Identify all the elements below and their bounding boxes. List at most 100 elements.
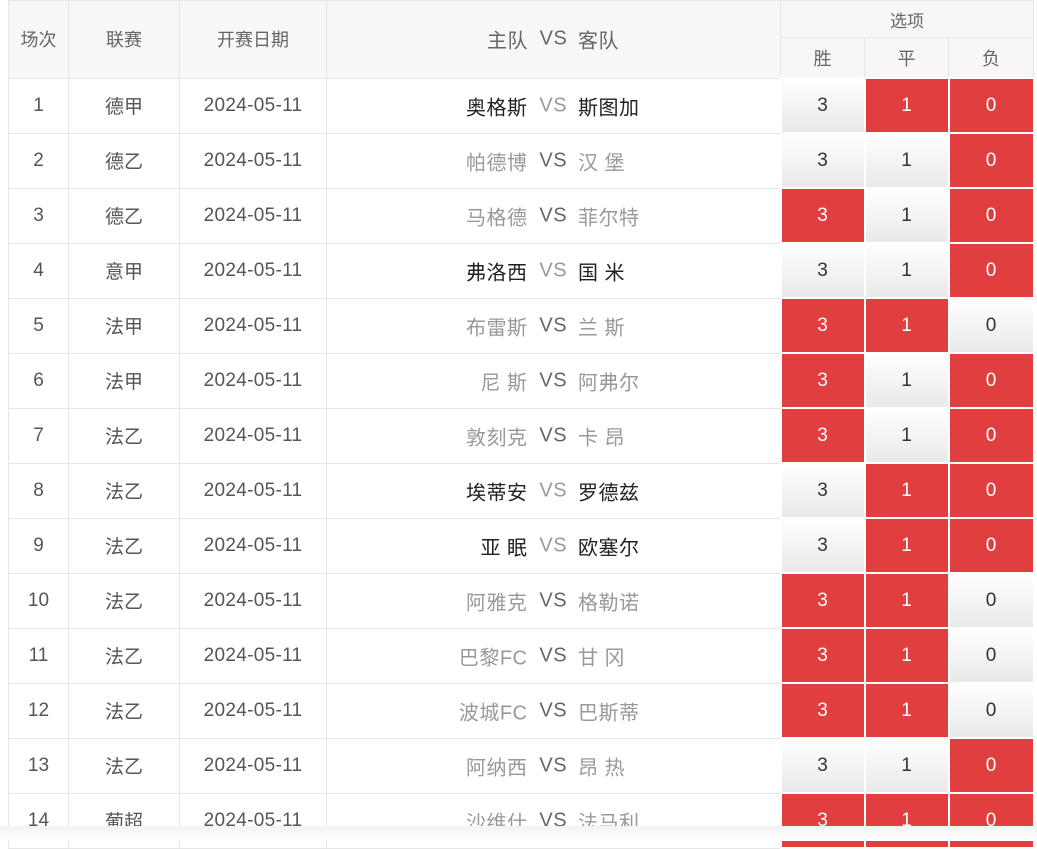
option-win-button[interactable]: 3: [779, 297, 866, 354]
away-team: 巴斯蒂: [578, 702, 640, 724]
round-number: 9: [8, 517, 69, 574]
option-draw-button[interactable]: 1: [863, 737, 950, 794]
away-team: 兰 斯: [578, 317, 626, 339]
option-lose-button[interactable]: 0: [947, 242, 1035, 299]
header-win: 胜: [780, 37, 865, 79]
option-win-button[interactable]: 3: [779, 352, 866, 409]
table-row: 4 意甲 2024-05-11 弗洛西 VS 国 米 310: [8, 242, 1035, 299]
option-lose-button[interactable]: 0: [947, 517, 1035, 574]
vs-label: VS: [539, 314, 568, 336]
match-date: 2024-05-11: [179, 462, 327, 519]
option-lose-button[interactable]: 0: [947, 77, 1035, 134]
vs-label: VS: [539, 149, 568, 171]
round-number: 4: [8, 242, 69, 299]
vs-label: VS: [539, 259, 568, 281]
match-date: 2024-05-11: [179, 517, 327, 574]
option-win-button[interactable]: 3: [779, 572, 866, 629]
round-number: 8: [8, 462, 69, 519]
match-date: 2024-05-11: [179, 132, 327, 189]
table-row: 1 德甲 2024-05-11 奥格斯 VS 斯图加 3 1 0: [8, 77, 1035, 134]
option-draw-button[interactable]: 1: [863, 682, 950, 739]
table-row: 2 德乙 2024-05-11 帕德博 VS 汉 堡 310: [8, 132, 1035, 189]
header-lose: 负: [947, 37, 1035, 79]
match-teams: 巴黎FC VS 甘 冈: [326, 627, 781, 684]
home-team: 阿雅克: [466, 592, 528, 614]
option-draw-button[interactable]: 1: [863, 77, 950, 134]
match-teams: 阿雅克 VS 格勒诺: [326, 572, 781, 629]
vs-label: VS: [539, 534, 568, 556]
match-date: 2024-05-11: [179, 187, 327, 244]
away-team: 昂 热: [578, 757, 626, 779]
option-win-button[interactable]: 3: [779, 77, 866, 134]
vs-label: VS: [539, 589, 568, 611]
option-lose-button[interactable]: 0: [947, 682, 1035, 739]
match-teams: 布雷斯 VS 兰 斯: [326, 297, 781, 354]
table-row: 7 法乙 2024-05-11 敦刻克 VS 卡 昂 310: [8, 407, 1035, 464]
option-win-button[interactable]: 3: [779, 187, 866, 244]
league-name: 德乙: [68, 187, 180, 244]
option-lose-button[interactable]: 0: [947, 572, 1035, 629]
table-row: 6 法甲 2024-05-11 尼 斯 VS 阿弗尔 3 1 0: [8, 352, 1035, 409]
home-team: 马格德: [466, 207, 528, 229]
option-draw-button[interactable]: 1: [863, 132, 950, 189]
league-name: 法乙: [68, 627, 180, 684]
table-row: 13 法乙 2024-05-11 阿纳西 VS 昂 热 310: [8, 737, 1035, 794]
match-teams: 敦刻克 VS 卡 昂: [326, 407, 781, 464]
option-lose-button[interactable]: 0: [947, 462, 1035, 519]
match-date: 2024-05-11: [179, 407, 327, 464]
table-body: 1 德甲 2024-05-11 奥格斯 VS 斯图加 3 1 0 2 德乙 2024-05-11 帕德博…: [8, 77, 1035, 849]
option-win-button[interactable]: 3: [779, 132, 866, 189]
match-teams: 阿纳西 VS 昂 热: [326, 737, 781, 794]
option-lose-button[interactable]: 0: [947, 737, 1035, 794]
option-draw-button[interactable]: 1: [863, 627, 950, 684]
table-row: 10 法乙 2024-05-11 阿雅克 VS 格勒诺 3 1 0: [8, 572, 1035, 629]
round-number: 5: [8, 297, 69, 354]
round-number: 1: [8, 77, 69, 134]
option-draw-button[interactable]: 1: [863, 462, 950, 519]
home-team: 埃蒂安: [466, 482, 528, 504]
league-name: 法甲: [68, 297, 180, 354]
round-number: 13: [8, 737, 69, 794]
option-draw-button[interactable]: 1: [863, 352, 950, 409]
match-table-container: 场次 联赛 开赛日期 主队 VS 客队 选项 胜 平 负 1 德甲 2024-05-…: [8, 0, 1035, 849]
league-name: 法乙: [68, 572, 180, 629]
header-round: 场次: [8, 0, 69, 79]
header-league: 联赛: [68, 0, 180, 79]
option-lose-button[interactable]: 0: [947, 132, 1035, 189]
option-draw-button[interactable]: 1: [863, 517, 950, 574]
option-win-button[interactable]: 3: [779, 242, 866, 299]
match-teams: 马格德 VS 菲尔特: [326, 187, 781, 244]
away-team: 斯图加: [578, 97, 640, 119]
option-win-button[interactable]: 3: [779, 627, 866, 684]
option-draw-button[interactable]: 1: [863, 297, 950, 354]
away-team: 菲尔特: [578, 207, 640, 229]
round-number: 11: [8, 627, 69, 684]
match-date: 2024-05-11: [179, 572, 327, 629]
option-win-button[interactable]: 3: [779, 517, 866, 574]
match-teams: 帕德博 VS 汉 堡: [326, 132, 781, 189]
option-lose-button[interactable]: 0: [947, 187, 1035, 244]
round-number: 6: [8, 352, 69, 409]
round-number: 12: [8, 682, 69, 739]
option-draw-button[interactable]: 1: [863, 187, 950, 244]
option-win-button[interactable]: 3: [779, 462, 866, 519]
match-table: 场次 联赛 开赛日期 主队 VS 客队 选项 胜 平 负 1 德甲 2024-05-…: [8, 0, 1035, 849]
option-win-button[interactable]: 3: [779, 737, 866, 794]
option-lose-button[interactable]: 0: [947, 297, 1035, 354]
option-lose-button[interactable]: 0: [947, 407, 1035, 464]
away-team: 汉 堡: [578, 152, 626, 174]
option-draw-button[interactable]: 1: [863, 407, 950, 464]
home-team: 巴黎FC: [458, 647, 528, 669]
option-win-button[interactable]: 3: [779, 407, 866, 464]
option-draw-button[interactable]: 1: [863, 572, 950, 629]
header-vs: VS: [539, 27, 568, 50]
match-date: 2024-05-11: [179, 297, 327, 354]
vs-label: VS: [539, 94, 568, 116]
option-lose-button[interactable]: 0: [947, 627, 1035, 684]
option-lose-button[interactable]: 0: [947, 352, 1035, 409]
away-team: 国 米: [578, 262, 626, 284]
option-draw-button[interactable]: 1: [863, 242, 950, 299]
match-teams: 弗洛西 VS 国 米: [326, 242, 781, 299]
option-win-button[interactable]: 3: [779, 682, 866, 739]
vs-label: VS: [539, 699, 568, 721]
